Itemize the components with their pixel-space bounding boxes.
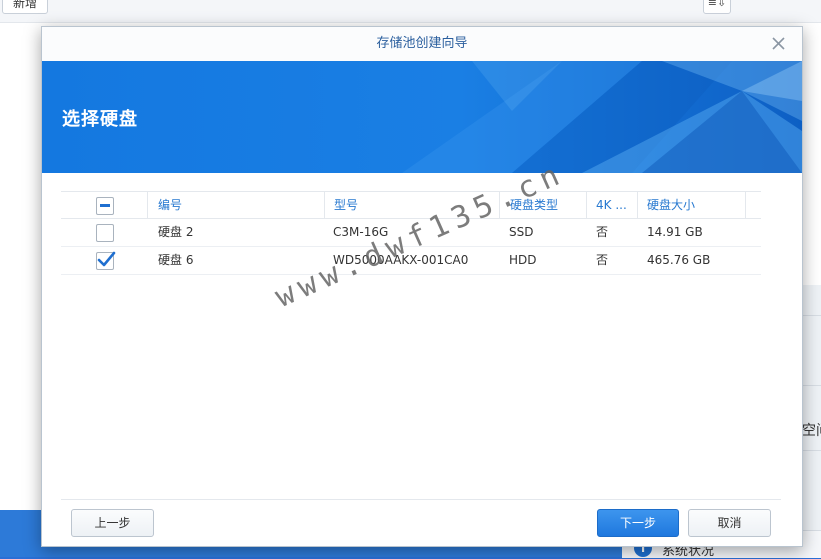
checkmark-icon (97, 251, 116, 267)
banner-pattern (42, 61, 802, 173)
next-button[interactable]: 下一步 (597, 509, 679, 537)
disk-size: 14.91 GB (647, 225, 703, 239)
new-button[interactable]: 新增 (2, 0, 49, 14)
sort-button[interactable]: ≡⇩ (703, 0, 731, 14)
disk-id: 硬盘 2 (158, 225, 194, 239)
select-all-checkbox[interactable] (96, 197, 114, 215)
disk-size: 465.76 GB (647, 253, 711, 267)
disk-type: HDD (509, 253, 537, 267)
dialog-titlebar: 存储池创建向导 (42, 27, 802, 61)
disk-4k: 否 (596, 253, 609, 267)
row-checkbox[interactable] (96, 251, 116, 270)
disk-4k: 否 (596, 225, 609, 239)
partial-check-icon (100, 204, 110, 207)
background-toolbar: 新增 ≡⇩ (0, 0, 821, 23)
footer-divider (61, 499, 781, 500)
storage-pool-wizard-dialog: 存储池创建向导 选择硬盘 编号 型号 硬盘类型 4K ... 硬盘大小 硬盘 2… (41, 26, 803, 547)
column-header-4k[interactable]: 4K ... (596, 192, 636, 218)
previous-button[interactable]: 上一步 (71, 509, 154, 537)
close-icon[interactable] (768, 33, 790, 55)
step-title: 选择硬盘 (62, 109, 138, 130)
disk-id: 硬盘 6 (158, 253, 194, 267)
column-header-id[interactable]: 编号 (158, 192, 318, 218)
side-panel-label: 空间 (802, 423, 821, 439)
table-header: 编号 型号 硬盘类型 4K ... 硬盘大小 (61, 191, 761, 219)
row-checkbox[interactable] (96, 224, 114, 242)
cancel-button[interactable]: 取消 (688, 509, 771, 537)
wizard-banner: 选择硬盘 (42, 61, 802, 173)
dialog-title: 存储池创建向导 (376, 36, 468, 51)
disk-type: SSD (509, 225, 534, 239)
column-header-size[interactable]: 硬盘大小 (647, 192, 737, 218)
